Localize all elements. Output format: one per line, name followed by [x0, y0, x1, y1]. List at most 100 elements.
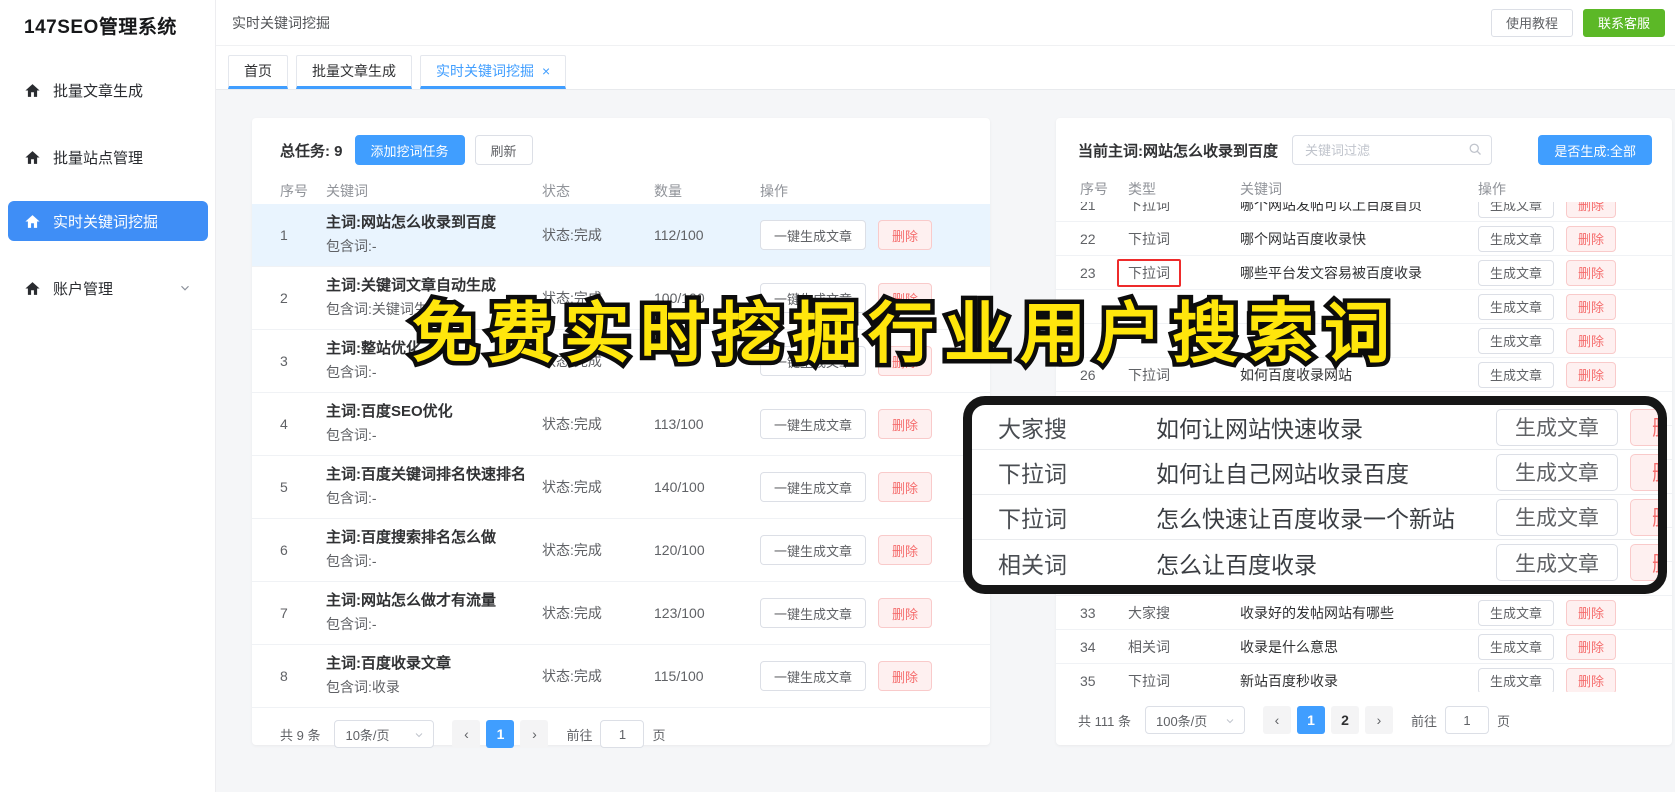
table-row[interactable]: 4 主词:百度SEO优化 包含词:- 状态:完成 113/100 一键生成文章 删除 [252, 393, 990, 456]
delete-button[interactable]: 删除 [1566, 202, 1617, 218]
row-count: 113/100 [654, 416, 704, 432]
sidebar-item-batch-site[interactable]: 批量站点管理 [8, 137, 208, 177]
row-index: 21 [1080, 202, 1096, 213]
tab-home[interactable]: 首页 [228, 55, 288, 89]
generate-article-button[interactable]: 生成文章 [1478, 667, 1555, 692]
delete-button[interactable]: 删除 [1566, 599, 1617, 626]
table-row: 22 下拉词 哪个网站百度收录快 生成文章 删除 [1056, 222, 1672, 256]
table-row: 26 下拉词 如何百度收录网站 生成文章 删除 [1056, 358, 1672, 392]
keyword-toolbar: 当前主词:网站怎么收录到百度 是否生成:全部 [1078, 134, 1652, 166]
table-row: 33 大家搜 收录好的发帖网站有哪些 生成文章 删除 [1056, 596, 1672, 630]
keyword-table-header: 序号 类型 关键词 操作 [1056, 176, 1672, 202]
tutorial-button[interactable]: 使用教程 [1490, 8, 1573, 37]
row-index: 33 [1080, 604, 1096, 621]
row-index: 26 [1080, 366, 1096, 383]
table-row: 生成文章删除 [1056, 290, 1672, 324]
goto-page-input[interactable] [600, 720, 645, 748]
delete-button[interactable]: 删除 [1566, 225, 1617, 252]
task-pagination: 共 9 条 10条/页 ‹ 1 › 前往 页 [280, 720, 970, 748]
total-tasks-label: 总任务: 9 [280, 142, 343, 160]
delete-button[interactable]: 删除 [1566, 293, 1617, 320]
add-mining-task-button[interactable]: 添加挖词任务 [354, 135, 465, 165]
generate-article-button[interactable]: 生成文章 [1478, 327, 1555, 354]
chevron-down-icon [178, 281, 192, 295]
page-unit-label: 页 [652, 727, 666, 743]
generate-article-button[interactable]: 一键生成文章 [760, 472, 867, 502]
delete-button-depiction: 删除 [1630, 498, 1658, 536]
generate-article-button-depiction: 生成文章 [1496, 453, 1618, 491]
sidebar-item-keyword-mining[interactable]: 实时关键词挖掘 [8, 201, 208, 241]
contact-support-button[interactable]: 联系客服 [1582, 8, 1665, 37]
page-button-2[interactable]: 2 [1330, 706, 1359, 734]
generate-article-button[interactable]: 一键生成文章 [760, 661, 867, 691]
inset-row: 相关词 怎么让百度收录 生成文章 删除 [972, 540, 1658, 585]
generate-article-button[interactable]: 生成文章 [1478, 293, 1555, 320]
next-page-button[interactable]: › [1364, 706, 1393, 734]
table-row[interactable]: 1 主词:网站怎么收录到百度 包含词:- 状态:完成 112/100 一键生成文章… [252, 204, 990, 267]
table-row[interactable]: 6 主词:百度搜索排名怎么做 包含词:- 状态:完成 120/100 一键生成文章… [252, 519, 990, 582]
delete-button[interactable]: 删除 [878, 220, 933, 250]
generate-article-button[interactable]: 生成文章 [1478, 599, 1555, 626]
keyword-filter-input[interactable] [1292, 135, 1492, 165]
delete-button[interactable]: 删除 [878, 472, 933, 502]
inset-row-type: 相关词 [998, 551, 1067, 578]
table-row[interactable]: 8 主词:百度收录文章 包含词:收录 状态:完成 115/100 一键生成文章 删除 [252, 645, 990, 708]
app-logo: 147SEO管理系统 [24, 17, 177, 38]
row-index: 1 [280, 227, 288, 243]
row-include-word: 包含词:- [326, 238, 377, 254]
delete-button[interactable]: 删除 [878, 535, 933, 565]
generate-article-button[interactable]: 一键生成文章 [760, 409, 867, 439]
row-keyword: 哪些平台发文容易被百度收录 [1240, 264, 1422, 281]
row-status: 状态:完成 [542, 605, 602, 621]
delete-button[interactable]: 删除 [1566, 667, 1617, 692]
page-size-select[interactable]: 100条/页 [1144, 706, 1245, 734]
close-icon[interactable]: × [542, 64, 550, 78]
delete-button[interactable]: 删除 [878, 409, 933, 439]
refresh-button[interactable]: 刷新 [474, 135, 533, 165]
inset-row-type: 下拉词 [998, 506, 1067, 532]
sidebar-item-batch-article[interactable]: 批量文章生成 [8, 70, 208, 110]
goto-page-input[interactable] [1445, 706, 1489, 734]
delete-button[interactable]: 删除 [878, 346, 933, 376]
delete-button[interactable]: 删除 [1566, 361, 1617, 388]
generate-article-button[interactable]: 一键生成文章 [760, 535, 867, 565]
table-row[interactable]: 3 主词:整站优化 包含词:- 状态:完成 一键生成文章 删除 [252, 330, 990, 393]
table-row[interactable]: 2 主词:关键词文章自动生成 包含词:关键词生成 状态:完成 100/100 一键… [252, 267, 990, 330]
prev-page-button[interactable]: ‹ [452, 720, 481, 748]
col-keyword: 关键词 [1240, 181, 1282, 197]
total-tasks-value: 9 [334, 142, 343, 160]
table-row[interactable]: 7 主词:网站怎么做才有流量 包含词:- 状态:完成 123/100 一键生成文章… [252, 582, 990, 645]
row-main-word: 主词:整站优化 [326, 340, 421, 357]
row-index: 8 [280, 668, 288, 684]
generate-article-button[interactable]: 一键生成文章 [760, 346, 867, 376]
page-button-1[interactable]: 1 [486, 720, 515, 748]
delete-button[interactable]: 删除 [878, 598, 933, 628]
delete-button[interactable]: 删除 [878, 283, 933, 313]
generate-article-button[interactable]: 一键生成文章 [760, 283, 867, 313]
generate-article-button[interactable]: 生成文章 [1478, 633, 1555, 660]
sidebar-item-label: 实时关键词挖掘 [53, 213, 159, 231]
table-row[interactable]: 5 主词:百度关键词排名快速排名 包含词:- 状态:完成 140/100 一键生成… [252, 456, 990, 519]
page-button-1[interactable]: 1 [1296, 706, 1325, 734]
page-size-select[interactable]: 10条/页 [334, 720, 435, 748]
inset-row-keyword: 如何让网站快速收录 [1156, 416, 1363, 442]
row-status: 状态:完成 [542, 353, 602, 369]
sidebar-item-account[interactable]: 账户管理 [8, 268, 208, 308]
generate-filter-button[interactable]: 是否生成:全部 [1538, 135, 1652, 165]
generate-article-button[interactable]: 生成文章 [1478, 361, 1555, 388]
tab-label: 实时关键词挖掘 [436, 63, 534, 79]
task-toolbar: 总任务: 9 添加挖词任务 刷新 [280, 134, 970, 166]
delete-button[interactable]: 删除 [1566, 259, 1617, 286]
generate-article-button[interactable]: 一键生成文章 [760, 598, 867, 628]
generate-article-button[interactable]: 生成文章 [1478, 259, 1555, 286]
tab-keyword-mining[interactable]: 实时关键词挖掘 × [420, 55, 567, 89]
prev-page-button[interactable]: ‹ [1262, 706, 1291, 734]
next-page-button[interactable]: › [520, 720, 549, 748]
delete-button[interactable]: 删除 [1566, 327, 1617, 354]
delete-button[interactable]: 删除 [1566, 633, 1617, 660]
generate-article-button[interactable]: 一键生成文章 [760, 220, 867, 250]
generate-article-button[interactable]: 生成文章 [1478, 202, 1555, 218]
generate-article-button[interactable]: 生成文章 [1478, 225, 1555, 252]
tab-batch-article[interactable]: 批量文章生成 [296, 55, 412, 89]
delete-button[interactable]: 删除 [878, 661, 933, 691]
